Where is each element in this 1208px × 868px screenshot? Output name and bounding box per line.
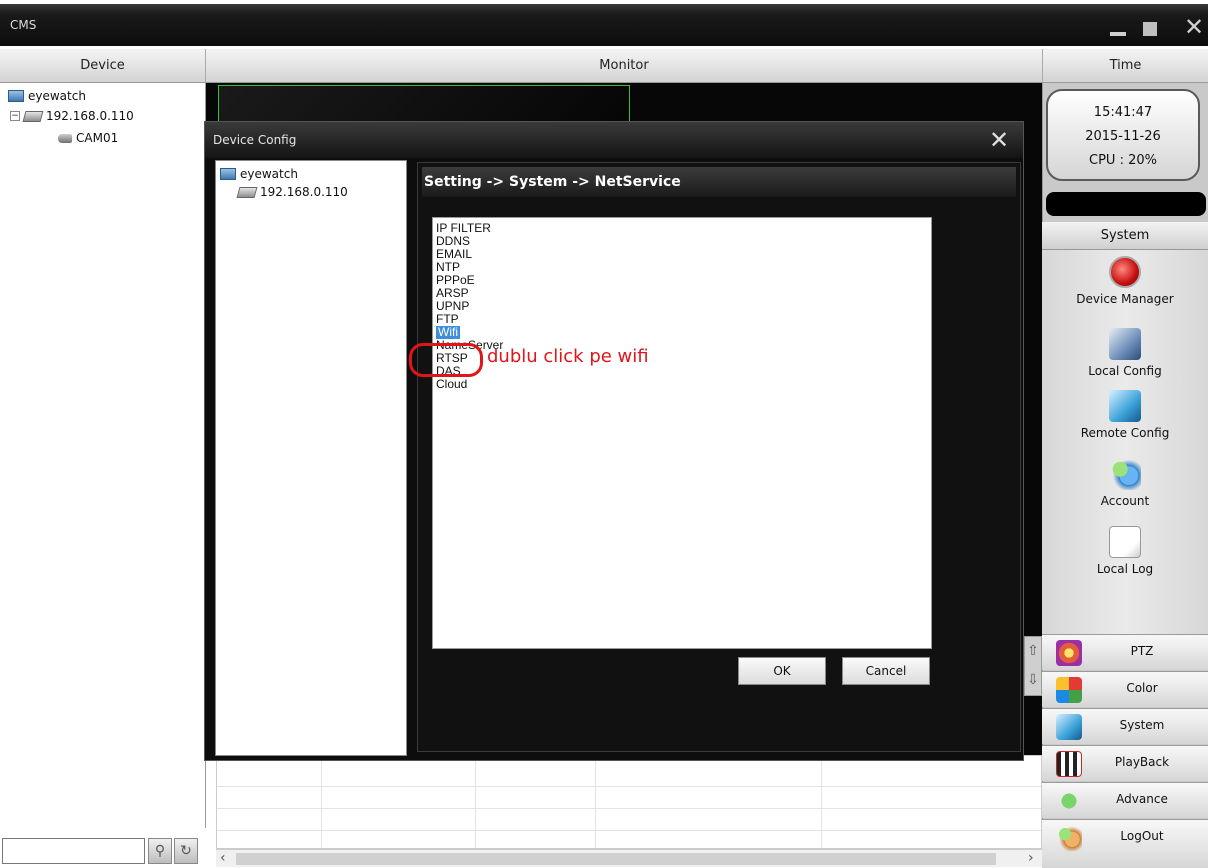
system-panel-header[interactable]: System <box>1042 222 1208 250</box>
vertical-scroller[interactable]: ⇧ ⇩ <box>1024 636 1042 696</box>
color-label: Color <box>1126 681 1158 695</box>
search-icon[interactable]: ⚲ <box>148 838 172 864</box>
local-config-label: Local Config <box>1088 364 1162 378</box>
local-config-icon <box>1109 328 1141 360</box>
horizontal-scrollbar[interactable]: ‹ › <box>216 849 1042 867</box>
log-grid <box>216 755 1042 849</box>
group-icon <box>8 90 24 102</box>
dialog-device-tree: eyewatch 192.168.0.110 <box>215 160 407 756</box>
account-label: Account <box>1100 494 1150 508</box>
clock-date: 2015-11-26 <box>1085 129 1161 144</box>
remote-config-label: Remote Config <box>1080 426 1170 440</box>
status-bar <box>1046 192 1206 216</box>
tree-root-label: eyewatch <box>28 89 86 103</box>
nav-ptz-button[interactable]: PTZ <box>1042 634 1208 670</box>
remote-config-button[interactable]: Remote Config <box>1042 390 1208 440</box>
system-icon <box>1056 714 1082 740</box>
monitor-header: Monitor <box>206 49 1042 83</box>
close-icon[interactable]: ✕ <box>1184 15 1204 39</box>
ptz-label: PTZ <box>1130 644 1154 658</box>
list-item[interactable]: Cloud <box>436 378 467 391</box>
account-button[interactable]: Account <box>1042 458 1208 508</box>
nav-logout-button[interactable]: LogOut <box>1042 819 1208 868</box>
device-tree-panel: eyewatch − 192.168.0.110 CAM01 <box>0 83 206 828</box>
cpu-usage: CPU : 20% <box>1089 153 1157 168</box>
clock-display: 15:41:47 2015-11-26 CPU : 20% <box>1046 89 1200 181</box>
device-manager-label: Device Manager <box>1076 292 1174 306</box>
color-icon <box>1056 677 1082 703</box>
scroll-up-icon[interactable]: ⇧ <box>1025 637 1041 666</box>
tree-item-root[interactable]: eyewatch <box>8 89 86 103</box>
device-header: Device <box>0 49 206 83</box>
ptz-icon <box>1056 640 1082 666</box>
camera-icon <box>58 133 72 143</box>
nav-color-button[interactable]: Color <box>1042 671 1208 707</box>
tree-item-device[interactable]: − 192.168.0.110 <box>10 109 134 123</box>
annotation-circle <box>409 343 483 377</box>
account-icon <box>1109 458 1141 490</box>
group-icon <box>220 168 236 180</box>
netservice-list[interactable]: IP FILTER DDNS EMAIL NTP PPPoE ARSP UPNP… <box>432 217 932 649</box>
dialog-tree-device-label: 192.168.0.110 <box>260 185 348 199</box>
local-log-button[interactable]: Local Log <box>1042 526 1208 576</box>
breadcrumb-text: Setting -> System -> NetService <box>424 174 681 190</box>
dialog-title-bar[interactable]: Device Config ✕ <box>205 122 1023 158</box>
maximize-icon[interactable] <box>1143 22 1157 36</box>
local-config-button[interactable]: Local Config <box>1042 328 1208 378</box>
device-manager-button[interactable]: Device Manager <box>1042 256 1208 306</box>
remote-config-icon <box>1109 390 1141 422</box>
nav-system-button[interactable]: System <box>1042 708 1208 744</box>
logout-icon <box>1056 825 1082 851</box>
dialog-tree-root[interactable]: eyewatch <box>220 167 298 181</box>
breadcrumb: Setting -> System -> NetService <box>422 167 1016 197</box>
playback-icon <box>1056 751 1082 777</box>
collapse-icon[interactable]: − <box>10 111 20 121</box>
tree-item-camera[interactable]: CAM01 <box>58 131 118 145</box>
dialog-tree-device[interactable]: 192.168.0.110 <box>236 185 348 199</box>
nav-playback-button[interactable]: PlayBack <box>1042 745 1208 781</box>
local-log-label: Local Log <box>1096 562 1154 576</box>
search-input[interactable] <box>2 838 145 864</box>
logout-label: LogOut <box>1120 829 1164 843</box>
tree-camera-label: CAM01 <box>76 131 119 145</box>
minimize-icon[interactable] <box>1110 32 1126 36</box>
clock-time: 15:41:47 <box>1093 105 1153 120</box>
scroll-down-icon[interactable]: ⇩ <box>1025 666 1041 695</box>
advance-label: Advance <box>1116 792 1168 806</box>
system-panel-body <box>1042 250 1208 634</box>
annotation-text: dublu click pe wifi <box>487 346 649 367</box>
dialog-close-icon[interactable]: ✕ <box>989 126 1009 154</box>
local-log-icon <box>1109 526 1141 558</box>
playback-label: PlayBack <box>1114 755 1170 769</box>
dialog-tree-root-label: eyewatch <box>240 167 298 181</box>
device-icon <box>236 186 258 198</box>
time-header: Time <box>1042 49 1208 83</box>
device-icon <box>22 110 44 122</box>
title-bar: CMS ✕ <box>0 0 1208 46</box>
advance-icon <box>1056 788 1082 814</box>
dialog-title: Device Config <box>213 133 297 147</box>
device-manager-icon <box>1109 256 1141 288</box>
refresh-icon[interactable]: ↻ <box>174 838 198 864</box>
device-config-dialog: Device Config ✕ eyewatch 192.168.0.110 S… <box>204 121 1024 761</box>
system-label: System <box>1119 718 1165 732</box>
scroll-left-icon[interactable]: ‹ <box>220 850 226 866</box>
scroll-thumb[interactable] <box>236 853 996 865</box>
tree-device-label: 192.168.0.110 <box>46 109 134 123</box>
app-title: CMS <box>10 18 37 32</box>
ok-button[interactable]: OK <box>738 657 826 685</box>
dialog-settings-panel: Setting -> System -> NetService IP FILTE… <box>417 162 1021 752</box>
nav-advance-button[interactable]: Advance <box>1042 782 1208 818</box>
cancel-button[interactable]: Cancel <box>842 657 930 685</box>
scroll-right-icon[interactable]: › <box>1028 850 1034 866</box>
